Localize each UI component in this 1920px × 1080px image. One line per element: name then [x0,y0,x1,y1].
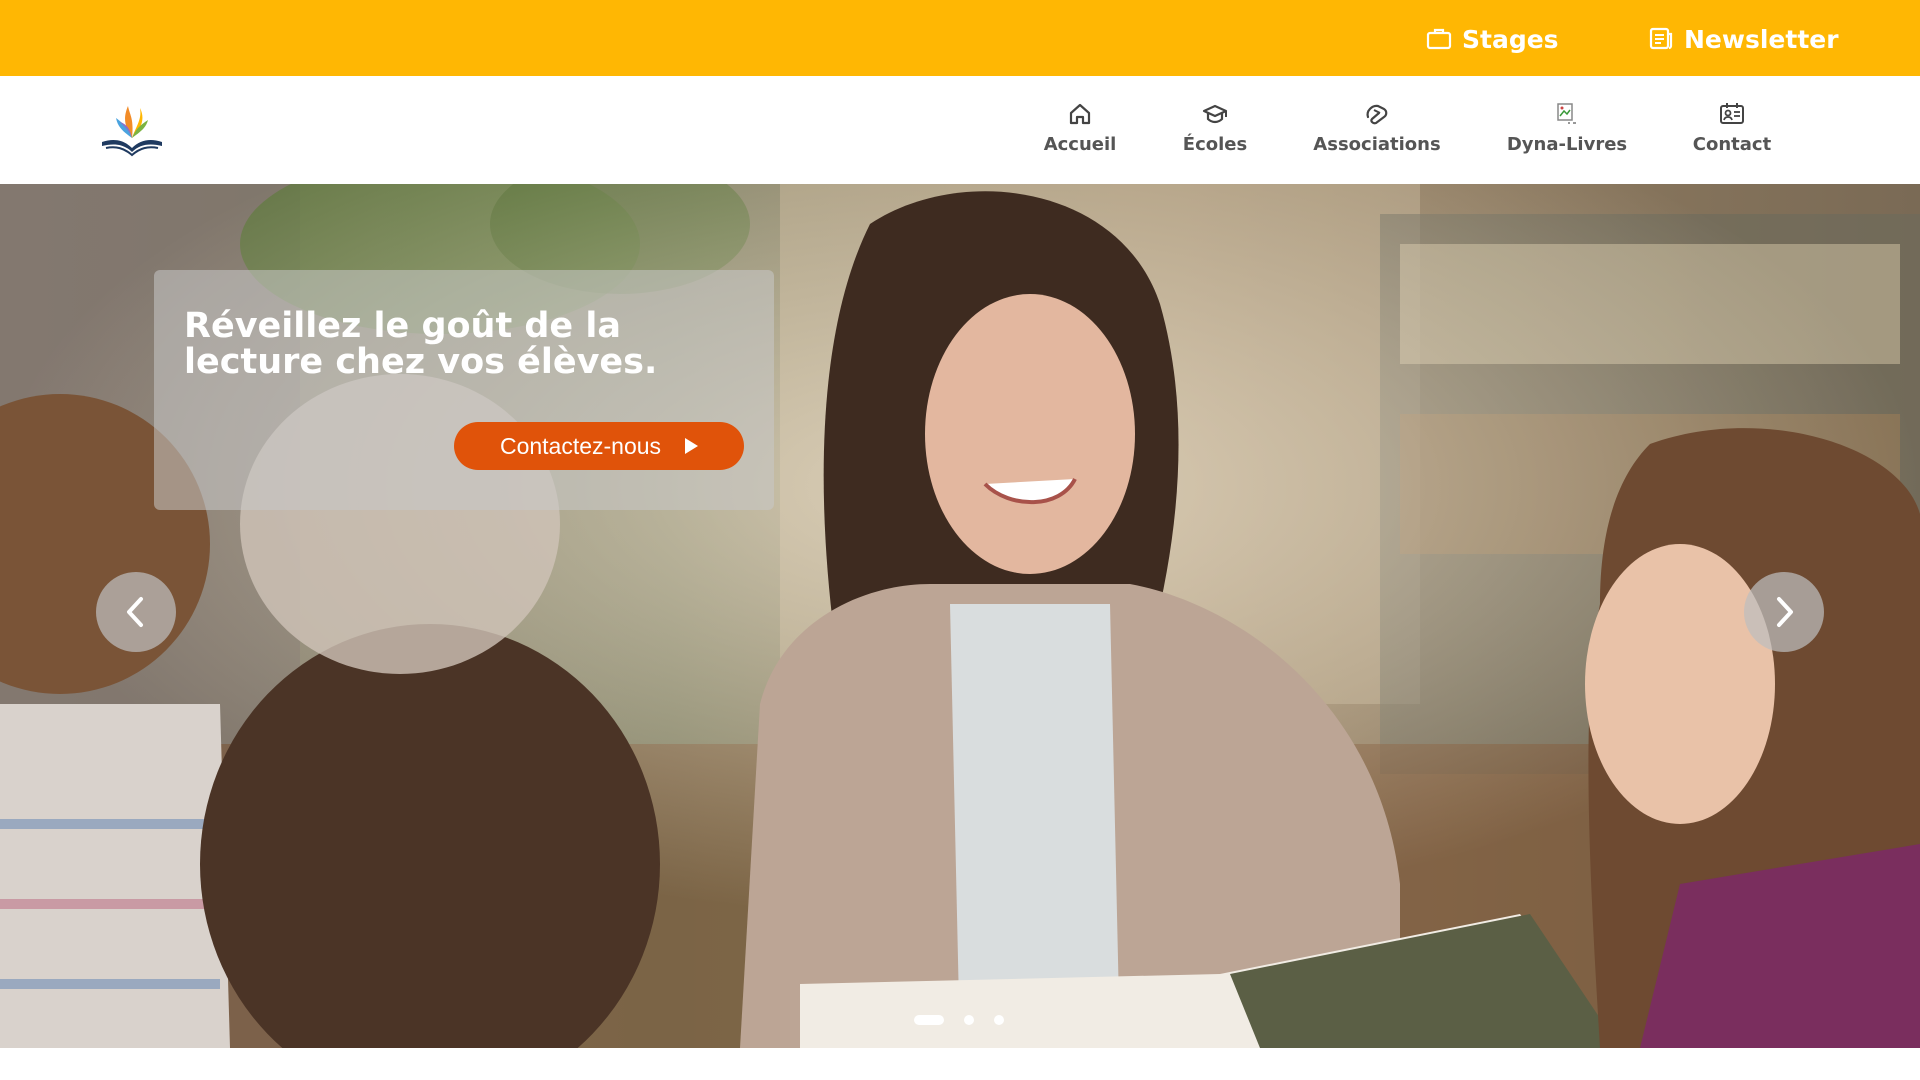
newspaper-icon [1649,27,1673,50]
home-icon [1066,100,1094,128]
contact-us-label: Contactez-nous [499,432,662,459]
book-flame-logo-icon [102,106,162,157]
nav-dyna-livres-label: Dyna-Livres [1506,134,1628,155]
contact-us-button[interactable]: Contactez-nous [454,422,744,470]
nav-associations-label: Associations [1313,134,1441,155]
hero-carousel: Réveillez le goût de la lecture chez vos… [0,184,1920,1048]
stages-label: Stages [1462,24,1559,54]
site-logo[interactable] [96,98,168,162]
stages-link[interactable]: Stages [1426,22,1559,56]
carousel-indicators [914,1014,1024,1026]
nav-dyna-livres[interactable]: Dyna-Livres [1504,100,1630,164]
carousel-prev-button[interactable] [96,572,176,652]
broken-image-icon [1553,100,1581,128]
site-header: Accueil Écoles Associations Dyna-Livres … [0,76,1920,184]
carousel-indicator-1[interactable] [914,1015,944,1025]
handshake-icon [1363,100,1391,128]
top-bar: Stages Newsletter [0,0,1920,76]
carousel-next-button[interactable] [1744,572,1824,652]
nav-ecoles-label: Écoles [1182,134,1248,155]
nav-accueil[interactable]: Accueil [1044,100,1116,164]
nav-contact-label: Contact [1692,134,1772,155]
nav-associations[interactable]: Associations [1310,100,1444,164]
briefcase-icon [1426,28,1452,50]
chevron-right-icon [1777,597,1793,627]
newsletter-label: Newsletter [1684,24,1839,54]
play-arrow-icon [685,438,699,454]
newsletter-link[interactable]: Newsletter [1648,22,1839,56]
hero-title: Réveillez le goût de la lecture chez vos… [184,306,658,382]
nav-ecoles[interactable]: Écoles [1180,100,1250,164]
chevron-left-icon [127,597,143,627]
carousel-indicator-2[interactable] [964,1015,974,1025]
nav-accueil-label: Accueil [1043,134,1117,155]
graduation-cap-icon [1201,100,1229,128]
hero-caption: Réveillez le goût de la lecture chez vos… [154,270,774,510]
carousel-indicator-3[interactable] [994,1015,1004,1025]
contact-card-icon [1718,100,1746,128]
nav-contact[interactable]: Contact [1690,100,1774,164]
